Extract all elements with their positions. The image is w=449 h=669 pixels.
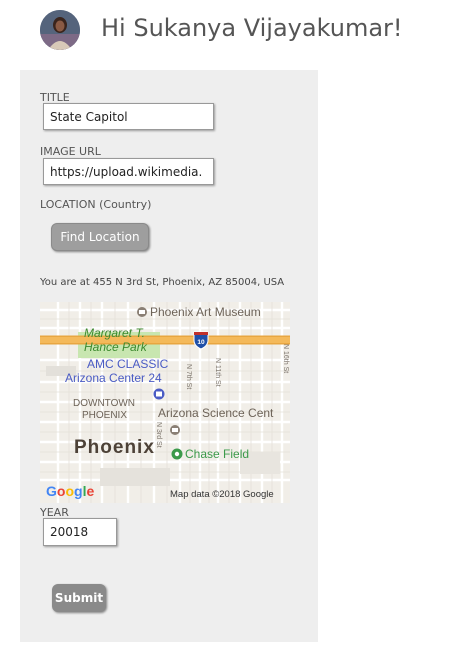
location-map[interactable]: 10 Phoenix Art Museum Margaret T. Hance … (40, 302, 290, 503)
create-post-form: TITLE State Capitol IMAGE URL https://up… (20, 70, 318, 642)
map-label-street-16th: N 16th St (282, 344, 289, 373)
map-label-cinema-1: AMC CLASSIC (87, 357, 169, 371)
map-label-cinema-2: Arizona Center 24 (65, 371, 162, 385)
year-input[interactable]: 20018 (43, 518, 117, 546)
interstate-number: 10 (197, 339, 205, 346)
page: Hi Sukanya Vijayakumar! TITLE State Capi… (0, 0, 449, 669)
map-label-stadium: Chase Field (185, 447, 249, 461)
map-label-science-center: Arizona Science Cent (158, 406, 274, 420)
interstate-10 (40, 337, 290, 343)
map-attribution: Map data ©2018 Google (170, 489, 274, 500)
location-label: LOCATION (Country) (40, 198, 152, 211)
map-label-park-1: Margaret T. (84, 326, 145, 340)
map-label-downtown-1: DOWNTOWN (73, 398, 135, 409)
map-label-art-museum: Phoenix Art Museum (150, 305, 261, 319)
map-label-city: Phoenix (74, 437, 155, 458)
avatar (40, 10, 80, 50)
image-url-input[interactable]: https://upload.wikimedia. (43, 158, 214, 185)
map-label-park-2: Hance Park (84, 340, 148, 354)
location-result-text: You are at 455 N 3rd St, Phoenix, AZ 850… (40, 277, 285, 288)
submit-button[interactable]: Submit (52, 584, 106, 612)
map-label-street-7th: N 7th St (185, 364, 192, 389)
map-label-downtown-2: PHOENIX (82, 410, 127, 421)
find-location-button[interactable]: Find Location (51, 223, 149, 251)
google-logo: Google (46, 483, 94, 499)
header: Hi Sukanya Vijayakumar! (0, 0, 449, 60)
greeting-heading: Hi Sukanya Vijayakumar! (101, 14, 403, 42)
map-label-street-11th: N 11th St (214, 358, 221, 387)
title-input[interactable]: State Capitol (43, 103, 214, 130)
map-label-street-3rd: N 3rd St (155, 422, 162, 448)
image-url-label: IMAGE URL (40, 145, 101, 158)
